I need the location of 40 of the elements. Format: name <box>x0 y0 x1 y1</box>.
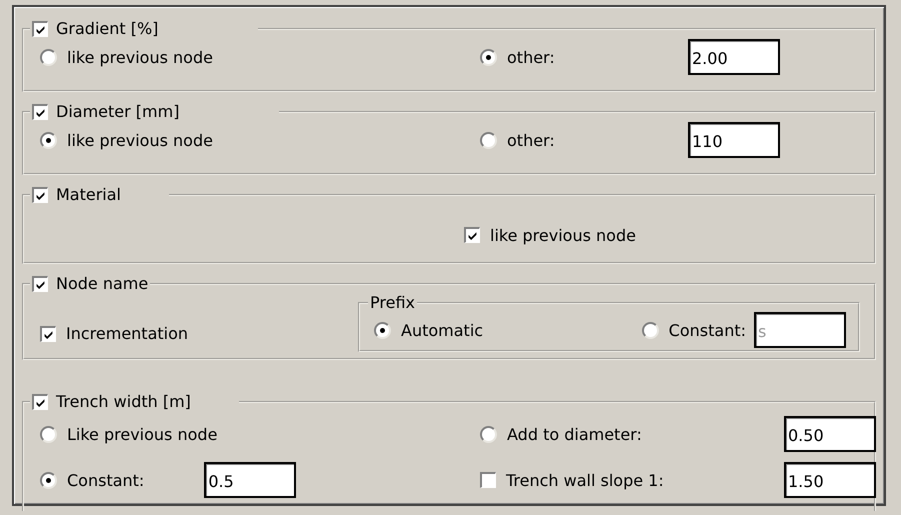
checkbox[interactable] <box>32 276 48 292</box>
option-label: Add to diameter: <box>507 424 642 444</box>
checkbox[interactable] <box>32 186 48 202</box>
radio-button[interactable] <box>40 48 57 66</box>
option-label: like previous node <box>67 130 213 150</box>
radio-button[interactable] <box>480 132 497 148</box>
option-label: Gradient [%] <box>56 19 158 38</box>
radio-button[interactable] <box>40 472 57 488</box>
radio-button[interactable] <box>642 322 659 338</box>
checkbox[interactable] <box>32 20 48 36</box>
option-label: Trench wall slope 1: <box>506 470 664 490</box>
input-field[interactable]: 0.5 <box>204 462 296 498</box>
option-label: Like previous node <box>67 424 218 444</box>
group-title: Prefix <box>369 293 416 312</box>
radio-button[interactable] <box>374 322 391 338</box>
radio-button[interactable] <box>40 132 57 148</box>
option-label: other: <box>507 48 555 66</box>
option-label: like previous node <box>67 48 213 66</box>
radio-button[interactable] <box>480 48 497 66</box>
input-field[interactable]: 0.50 <box>784 416 876 452</box>
option-label: Node name <box>56 274 148 293</box>
input-field[interactable]: 2.00 <box>688 39 780 75</box>
option-label: Automatic <box>401 320 484 340</box>
checkbox[interactable] <box>464 227 480 243</box>
input-field[interactable]: 110 <box>688 122 780 158</box>
option-label: like previous node <box>490 226 636 244</box>
checkbox[interactable] <box>40 326 56 342</box>
option-label: Incrementation <box>66 324 188 343</box>
option-label: Diameter [mm] <box>56 102 180 121</box>
checkbox[interactable] <box>32 104 48 120</box>
option-label: Constant: <box>668 320 746 340</box>
option-label: Constant: <box>67 470 144 490</box>
checkbox[interactable] <box>480 472 496 488</box>
radio-button[interactable] <box>480 426 497 442</box>
option-label: Trench width [m] <box>56 392 191 411</box>
option-label: other: <box>507 130 555 150</box>
input-field[interactable]: 1.50 <box>784 462 876 498</box>
option-label: Material <box>56 185 121 204</box>
checkbox[interactable] <box>32 394 48 410</box>
radio-button[interactable] <box>40 426 57 442</box>
